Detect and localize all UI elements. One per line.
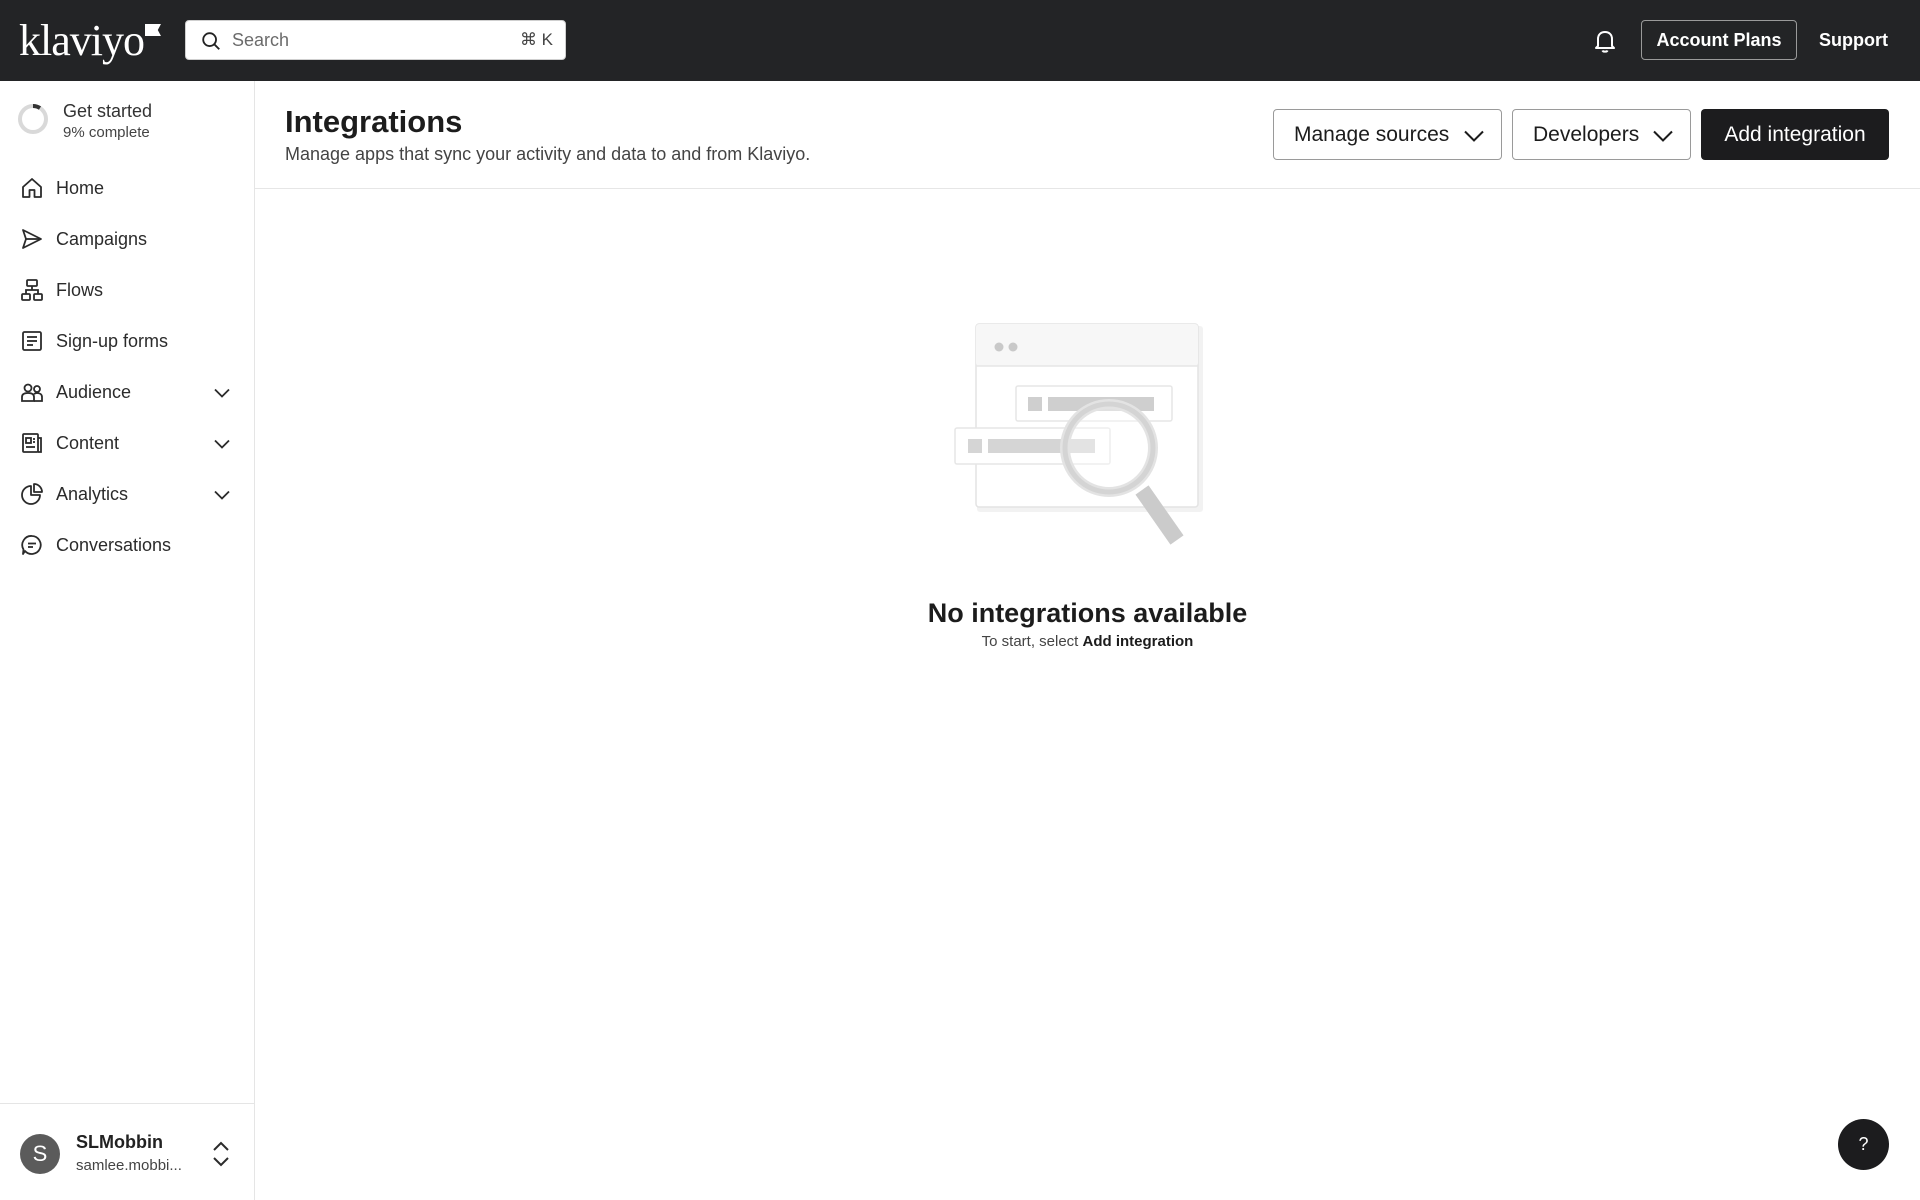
sidebar-item-content[interactable]: Content	[0, 420, 255, 466]
sidebar-item-label: Home	[56, 178, 105, 198]
chevron-down-icon	[214, 490, 230, 500]
bell-icon[interactable]	[1593, 28, 1617, 54]
developers-button[interactable]: Developers	[1512, 109, 1691, 160]
get-started-progress: 9% complete	[63, 124, 150, 141]
chat-icon	[21, 535, 42, 555]
chevron-up-down-icon	[213, 1141, 229, 1167]
user-name: SLMobbin	[76, 1132, 163, 1152]
empty-state-prefix: To start, select	[981, 633, 1083, 650]
sidebar-item-flows[interactable]: Flows	[0, 267, 255, 313]
search-box[interactable]: ⌘ K	[185, 20, 566, 60]
top-bar: klaviyo ⌘ K Account Plans Support	[0, 0, 1920, 81]
sidebar-item-audience[interactable]: Audience	[0, 369, 255, 415]
manage-sources-button[interactable]: Manage sources	[1273, 109, 1502, 160]
account-switcher[interactable]: S SLMobbin samlee.mobbi...	[0, 1103, 255, 1200]
progress-ring-icon	[18, 104, 48, 134]
empty-state-subtitle: To start, select Add integration	[0, 633, 1920, 650]
developers-label: Developers	[1533, 122, 1640, 146]
header-divider	[255, 188, 1920, 189]
sidebar-item-campaigns[interactable]: Campaigns	[0, 216, 255, 262]
content-icon	[22, 433, 42, 453]
page-title: Integrations	[285, 104, 463, 139]
klaviyo-logo[interactable]: klaviyo	[19, 18, 161, 64]
logo-text: klaviyo	[19, 16, 145, 65]
sidebar-item-label: Audience	[56, 382, 132, 402]
logo-flag-icon	[144, 24, 161, 36]
empty-search-illustration	[954, 323, 1203, 545]
form-icon	[22, 331, 42, 351]
add-integration-button[interactable]: Add integration	[1701, 109, 1889, 160]
sidebar-item-label: Flows	[56, 280, 104, 300]
sidebar-item-sign-up-forms[interactable]: Sign-up forms	[0, 318, 255, 364]
search-icon	[202, 32, 220, 50]
sidebar-item-label: Content	[56, 433, 120, 453]
help-button[interactable]: ?	[1838, 1119, 1889, 1170]
account-plans-button[interactable]: Account Plans	[1641, 20, 1797, 60]
sidebar-item-conversations[interactable]: Conversations	[0, 522, 255, 568]
pie-chart-icon	[21, 483, 43, 505]
sidebar-item-label: Campaigns	[56, 229, 148, 249]
search-input[interactable]	[232, 21, 492, 59]
users-icon	[21, 383, 43, 402]
support-link[interactable]: Support	[1819, 30, 1888, 51]
sidebar-item-label: Conversations	[56, 535, 172, 555]
home-icon	[22, 178, 42, 198]
get-started-title: Get started	[63, 101, 153, 121]
empty-state-add-integration-link[interactable]: Add integration	[1083, 633, 1194, 650]
chevron-down-icon	[214, 388, 230, 398]
avatar: S	[20, 1134, 60, 1174]
sidebar-item-analytics[interactable]: Analytics	[0, 471, 255, 517]
chevron-down-icon	[1464, 130, 1484, 142]
manage-sources-label: Manage sources	[1294, 122, 1450, 146]
empty-state-title: No integrations available	[927, 598, 1248, 628]
sidebar-item-home[interactable]: Home	[0, 165, 255, 211]
chevron-down-icon	[214, 439, 230, 449]
flow-icon	[21, 279, 43, 301]
sidebar-item-label: Analytics	[56, 484, 129, 504]
page-subtitle: Manage apps that sync your activity and …	[285, 144, 811, 164]
search-shortcut: ⌘ K	[519, 30, 553, 49]
chevron-down-icon	[1653, 130, 1673, 142]
send-icon	[22, 229, 42, 249]
sidebar-item-label: Sign-up forms	[56, 331, 169, 351]
user-email: samlee.mobbi...	[76, 1157, 182, 1174]
